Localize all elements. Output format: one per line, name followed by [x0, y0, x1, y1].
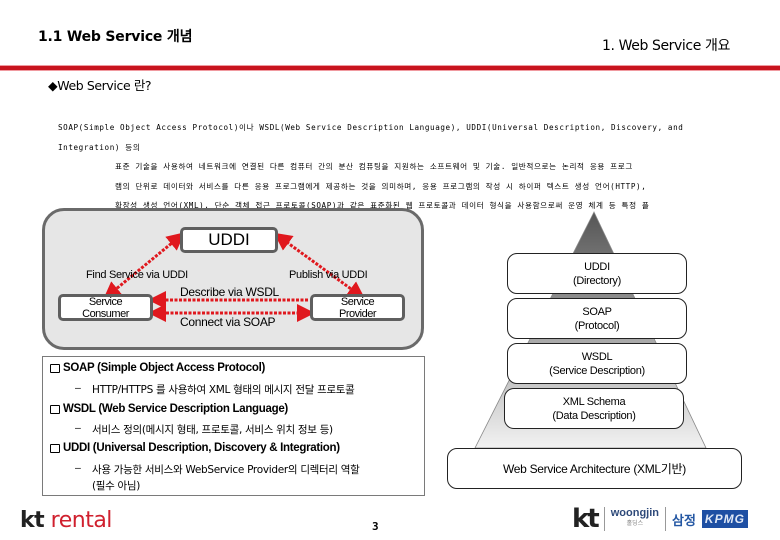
- kt-logo-text: kt: [572, 504, 600, 534]
- logo-rental-text: rental: [44, 508, 113, 533]
- kt-logo: kt: [572, 504, 600, 534]
- partner-logos: kt woongjin 홀딩스 삼정 KPMG: [572, 504, 748, 534]
- kpmg-logo: KPMG: [701, 510, 748, 528]
- pyramid-layer-uddi: UDDI (Directory): [507, 253, 687, 294]
- pyramid-layer-xml-schema: XML Schema (Data Description): [504, 388, 684, 429]
- pyramid-base-architecture: Web Service Architecture (XML기반): [447, 448, 742, 489]
- samjong-logo: 삼정: [672, 513, 696, 529]
- layer-name: UDDI: [584, 260, 610, 273]
- layer-sub: (Directory): [572, 274, 622, 287]
- page-number: 3: [372, 520, 379, 533]
- woongjin-text: woongjin: [610, 507, 659, 519]
- layer-name: XML Schema: [562, 395, 626, 408]
- woongjin-sub: 홀딩스: [626, 521, 644, 527]
- layer-name: SOAP: [582, 305, 612, 318]
- pyramid-layer-soap: SOAP (Protocol): [507, 298, 687, 339]
- woongjin-logo: woongjin 홀딩스: [611, 508, 659, 530]
- layer-sub: (Protocol): [574, 319, 620, 332]
- base-label: Web Service Architecture (XML기반): [503, 461, 686, 476]
- logo-separator: [603, 507, 605, 531]
- logo-kt-text: kt: [20, 508, 45, 533]
- logo-separator: [665, 507, 666, 531]
- layer-name: WSDL: [581, 350, 613, 363]
- pyramid-layer-wsdl: WSDL (Service Description): [507, 343, 687, 384]
- layer-sub: (Data Description): [552, 409, 636, 422]
- layer-sub: (Service Description): [549, 364, 645, 377]
- kt-rental-logo: kt rental: [20, 508, 112, 533]
